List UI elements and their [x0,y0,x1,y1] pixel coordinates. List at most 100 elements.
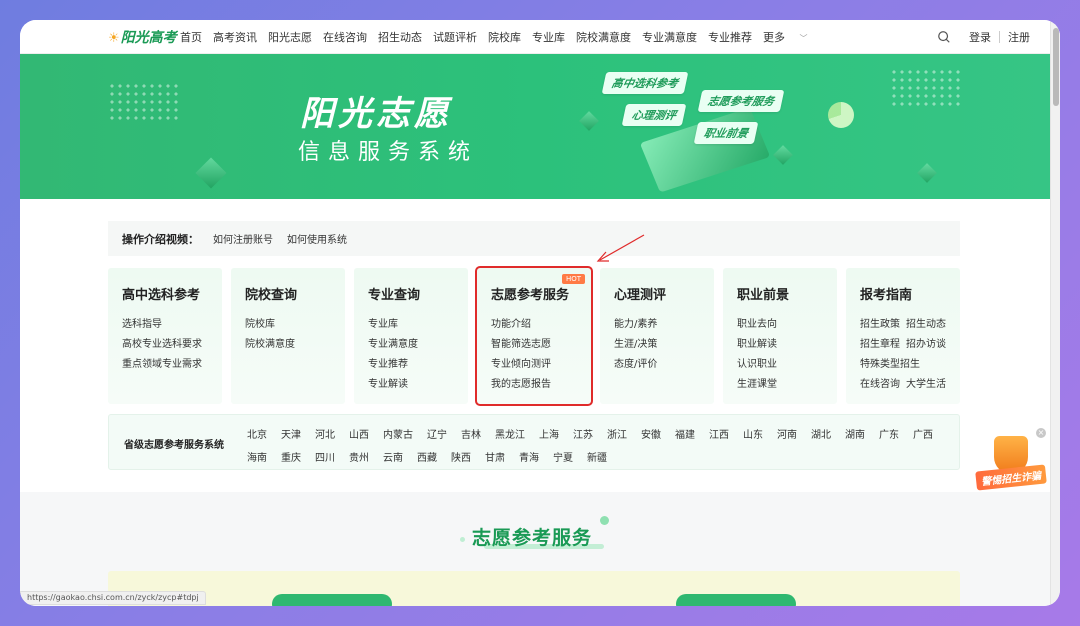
banner-pie-illustration [828,102,854,128]
province-link[interactable]: 陕西 [451,449,471,469]
card-title: 院校查询 [245,288,298,303]
menu-item-exam[interactable]: 试题评析 [433,29,477,45]
province-link[interactable]: 福建 [675,426,695,446]
province-link[interactable]: 内蒙古 [383,426,413,446]
card-link[interactable]: 专业解读 [368,375,468,395]
province-link[interactable]: 宁夏 [553,449,573,469]
search-icon[interactable] [937,30,951,44]
province-link[interactable]: 海南 [247,449,267,469]
card-major-query[interactable]: 专业查询 专业库 专业满意度 专业推荐 专业解读 [354,268,468,404]
province-link[interactable]: 江苏 [573,426,593,446]
card-link[interactable]: 重点领域专业需求 [122,355,222,375]
card-link[interactable]: 高校专业选科要求 [122,335,222,355]
province-link[interactable]: 湖南 [845,426,865,446]
menu-item-major-db[interactable]: 专业库 [532,29,565,45]
province-link[interactable]: 江西 [709,426,729,446]
login-link[interactable]: 登录 [969,29,991,45]
menu-item-college-db[interactable]: 院校库 [488,29,521,45]
menu-item-more[interactable]: 更多 ﹀ [763,29,819,45]
menu-item-news[interactable]: 高考资讯 [213,29,257,45]
province-link[interactable]: 浙江 [607,426,627,446]
card-link[interactable]: 功能介绍 [491,315,591,335]
card-link[interactable]: 招生章程 [860,335,900,355]
card-link[interactable]: 专业推荐 [368,355,468,375]
province-link[interactable]: 广东 [879,426,899,446]
province-link[interactable]: 天津 [281,426,301,446]
menu-item-major-recommend[interactable]: 专业推荐 [708,29,752,45]
card-link[interactable]: 专业库 [368,315,468,335]
province-link[interactable]: 湖北 [811,426,831,446]
province-link[interactable]: 云南 [383,449,403,469]
hot-badge: HOT [561,274,585,284]
site-logo[interactable]: ☀阳光高考 [108,27,177,47]
menu-item-college-satisfaction[interactable]: 院校满意度 [576,29,631,45]
card-link[interactable]: 大学生活 [906,375,946,395]
province-link[interactable]: 山西 [349,426,369,446]
card-application-guide[interactable]: 报考指南 招生政策 招生动态 招生章程 招办访谈 特殊类型招生 在线咨询 大学生… [846,268,960,404]
menu-item-consult[interactable]: 在线咨询 [323,29,367,45]
card-college-query[interactable]: 院校查询 院校库 院校满意度 [231,268,345,404]
card-link[interactable]: 选科指导 [122,315,222,335]
province-link[interactable]: 重庆 [281,449,301,469]
card-link[interactable]: 招生动态 [906,315,946,335]
card-link[interactable]: 院校库 [245,315,345,335]
nav-divider [999,31,1000,43]
intro-link-usage[interactable]: 如何使用系统 [287,231,347,246]
province-link[interactable]: 广西 [913,426,933,446]
card-link[interactable]: 特殊类型招生 [860,355,960,375]
card-link[interactable]: 专业满意度 [368,335,468,355]
province-link[interactable]: 黑龙江 [495,426,525,446]
card-link[interactable]: 生涯课堂 [737,375,837,395]
province-link[interactable]: 上海 [539,426,559,446]
province-link[interactable]: 四川 [315,449,335,469]
card-link[interactable]: 招生政策 [860,315,900,335]
card-subject-selection[interactable]: 高中选科参考 选科指导 高校专业选科要求 重点领域专业需求 [108,268,222,404]
province-link[interactable]: 西藏 [417,449,437,469]
intro-link-register[interactable]: 如何注册账号 [213,231,273,246]
menu-item-major-satisfaction[interactable]: 专业满意度 [642,29,697,45]
panel-tab-major-test[interactable] [676,594,796,606]
province-link[interactable]: 新疆 [587,449,607,469]
province-link[interactable]: 青海 [519,449,539,469]
province-link[interactable]: 吉林 [461,426,481,446]
province-link[interactable]: 山东 [743,426,763,446]
card-link[interactable]: 能力/素养 [614,315,714,335]
menu-item-admission[interactable]: 招生动态 [378,29,422,45]
intro-label: 操作介绍视频： [122,232,199,246]
card-link[interactable]: 智能筛选志愿 [491,335,591,355]
card-link[interactable]: 院校满意度 [245,335,345,355]
card-link[interactable]: 专业倾向测评 [491,355,591,375]
card-link[interactable]: 职业去向 [737,315,837,335]
card-link[interactable]: 我的志愿报告 [491,375,591,395]
card-psych-test[interactable]: 心理测评 能力/素养 生涯/决策 态度/评价 [600,268,714,404]
page-scrollbar[interactable] [1050,20,1060,606]
scrollbar-thumb[interactable] [1053,28,1059,106]
menu-item-home[interactable]: 首页 [180,29,202,45]
intro-video-bar: 操作介绍视频： 如何注册账号 如何使用系统 [108,221,960,256]
province-link[interactable]: 北京 [247,426,267,446]
card-career-prospect[interactable]: 职业前景 职业去向 职业解读 认识职业 生涯课堂 [723,268,837,404]
register-link[interactable]: 注册 [1008,29,1030,45]
card-volunteer-service[interactable]: HOT 志愿参考服务 功能介绍 智能筛选志愿 专业倾向测评 我的志愿报告 [475,266,593,406]
top-nav: ☀阳光高考 首页 高考资讯 阳光志愿 在线咨询 招生动态 试题评析 院校库 专业… [20,20,1050,54]
card-link[interactable]: 生涯/决策 [614,335,714,355]
panel-tab-smart-filter[interactable] [272,594,392,606]
menu-item-volunteer[interactable]: 阳光志愿 [268,29,312,45]
close-icon[interactable]: × [1036,428,1046,438]
card-link[interactable]: 职业解读 [737,335,837,355]
card-link[interactable]: 在线咨询 [860,375,900,395]
province-link[interactable]: 河北 [315,426,335,446]
province-link[interactable]: 甘肃 [485,449,505,469]
logo-text: 阳光高考 [120,30,177,46]
sun-icon: ☀ [108,31,120,46]
province-link[interactable]: 辽宁 [427,426,447,446]
anti-fraud-promo[interactable]: × 警惕招生诈骗 [975,428,1048,502]
main-menu: 首页 高考资讯 阳光志愿 在线咨询 招生动态 试题评析 院校库 专业库 院校满意… [180,20,830,54]
province-link[interactable]: 贵州 [349,449,369,469]
province-link[interactable]: 安徽 [641,426,661,446]
card-link[interactable]: 认识职业 [737,355,837,375]
card-link[interactable]: 招办访谈 [906,335,946,355]
banner-cube-1 [195,157,227,189]
province-link[interactable]: 河南 [777,426,797,446]
card-link[interactable]: 态度/评价 [614,355,714,375]
